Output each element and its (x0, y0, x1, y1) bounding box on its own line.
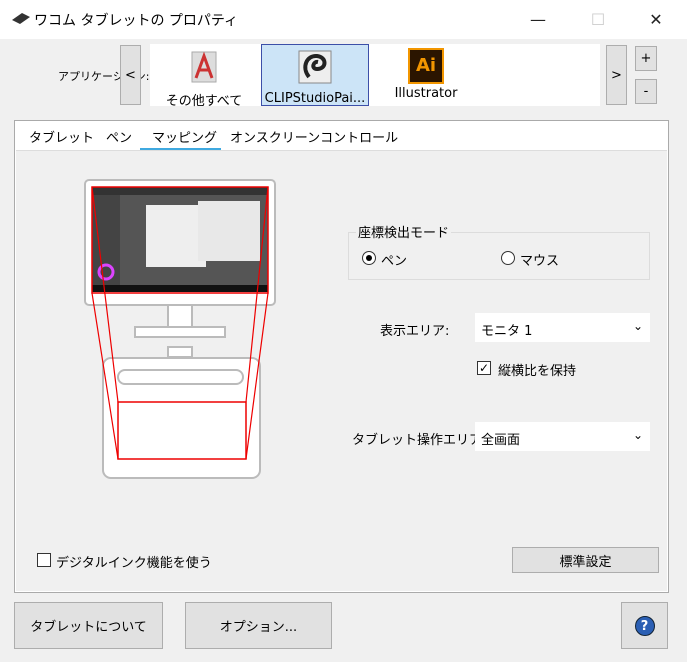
chevron-down-icon: ⌄ (632, 319, 643, 333)
apps-prev-button[interactable]: < (120, 45, 141, 105)
keep-aspect-label: 縦横比を保持 (498, 364, 577, 379)
mouse-mode-radio[interactable] (501, 251, 515, 265)
app-label: CLIPStudioPai... (264, 91, 366, 106)
default-settings-button[interactable]: 標準設定 (512, 547, 659, 573)
minimize-button[interactable]: — (515, 0, 561, 39)
display-area-label: 表示エリア: (380, 324, 450, 339)
tab-onscreen-controls[interactable]: オンスクリーンコントロール (230, 127, 398, 146)
pen-mode-radio[interactable] (362, 251, 376, 265)
digital-ink-checkbox[interactable] (37, 553, 51, 567)
tab-mapping[interactable]: マッピング (152, 127, 217, 146)
tablet-icon (12, 13, 30, 24)
digital-ink-label: デジタルインク機能を使う (56, 556, 212, 571)
about-tablet-button[interactable]: タブレットについて (14, 602, 163, 649)
maximize-button[interactable]: ☐ (575, 0, 621, 39)
all-apps-icon (191, 51, 217, 83)
keep-aspect-checkbox[interactable]: ✓ (477, 361, 491, 375)
app-label: その他すべて (165, 94, 243, 109)
help-icon: ? (634, 615, 655, 636)
help-button[interactable]: ? (621, 602, 668, 649)
tab-pen[interactable]: ペン (106, 127, 132, 146)
pen-mode-label: ペン (381, 254, 408, 269)
close-button[interactable]: ✕ (633, 0, 679, 39)
chevron-down-icon: ⌄ (632, 428, 643, 442)
app-item-clip-studio[interactable]: CLIPStudioPai... (261, 44, 369, 106)
options-button[interactable]: オプション... (185, 602, 332, 649)
tablet-area-value: 全画面 (481, 433, 521, 448)
app-item-all[interactable]: その他すべて (150, 44, 258, 109)
tablet-area-select[interactable]: 全画面 ⌄ (475, 422, 650, 451)
tablet-area-label: タブレット操作エリア: (352, 433, 487, 448)
tab-tablet[interactable]: タブレット (29, 127, 94, 146)
display-area-select[interactable]: モニタ 1 ⌄ (475, 313, 650, 342)
add-app-button[interactable]: + (635, 46, 657, 71)
illustrator-icon: Ai (408, 48, 444, 84)
display-area-value: モニタ 1 (481, 324, 533, 339)
clip-studio-icon (298, 50, 332, 84)
window-title: ワコム タブレットの プロパティ (34, 13, 239, 29)
app-label: Illustrator (394, 86, 458, 101)
mapping-illustration (84, 179, 276, 479)
app-item-illustrator[interactable]: Ai Illustrator (372, 44, 480, 106)
mouse-mode-label: マウス (520, 254, 560, 269)
remove-app-button[interactable]: - (635, 79, 657, 104)
apps-next-button[interactable]: > (606, 45, 627, 105)
coordinate-mode-label: 座標検出モード (356, 222, 452, 241)
